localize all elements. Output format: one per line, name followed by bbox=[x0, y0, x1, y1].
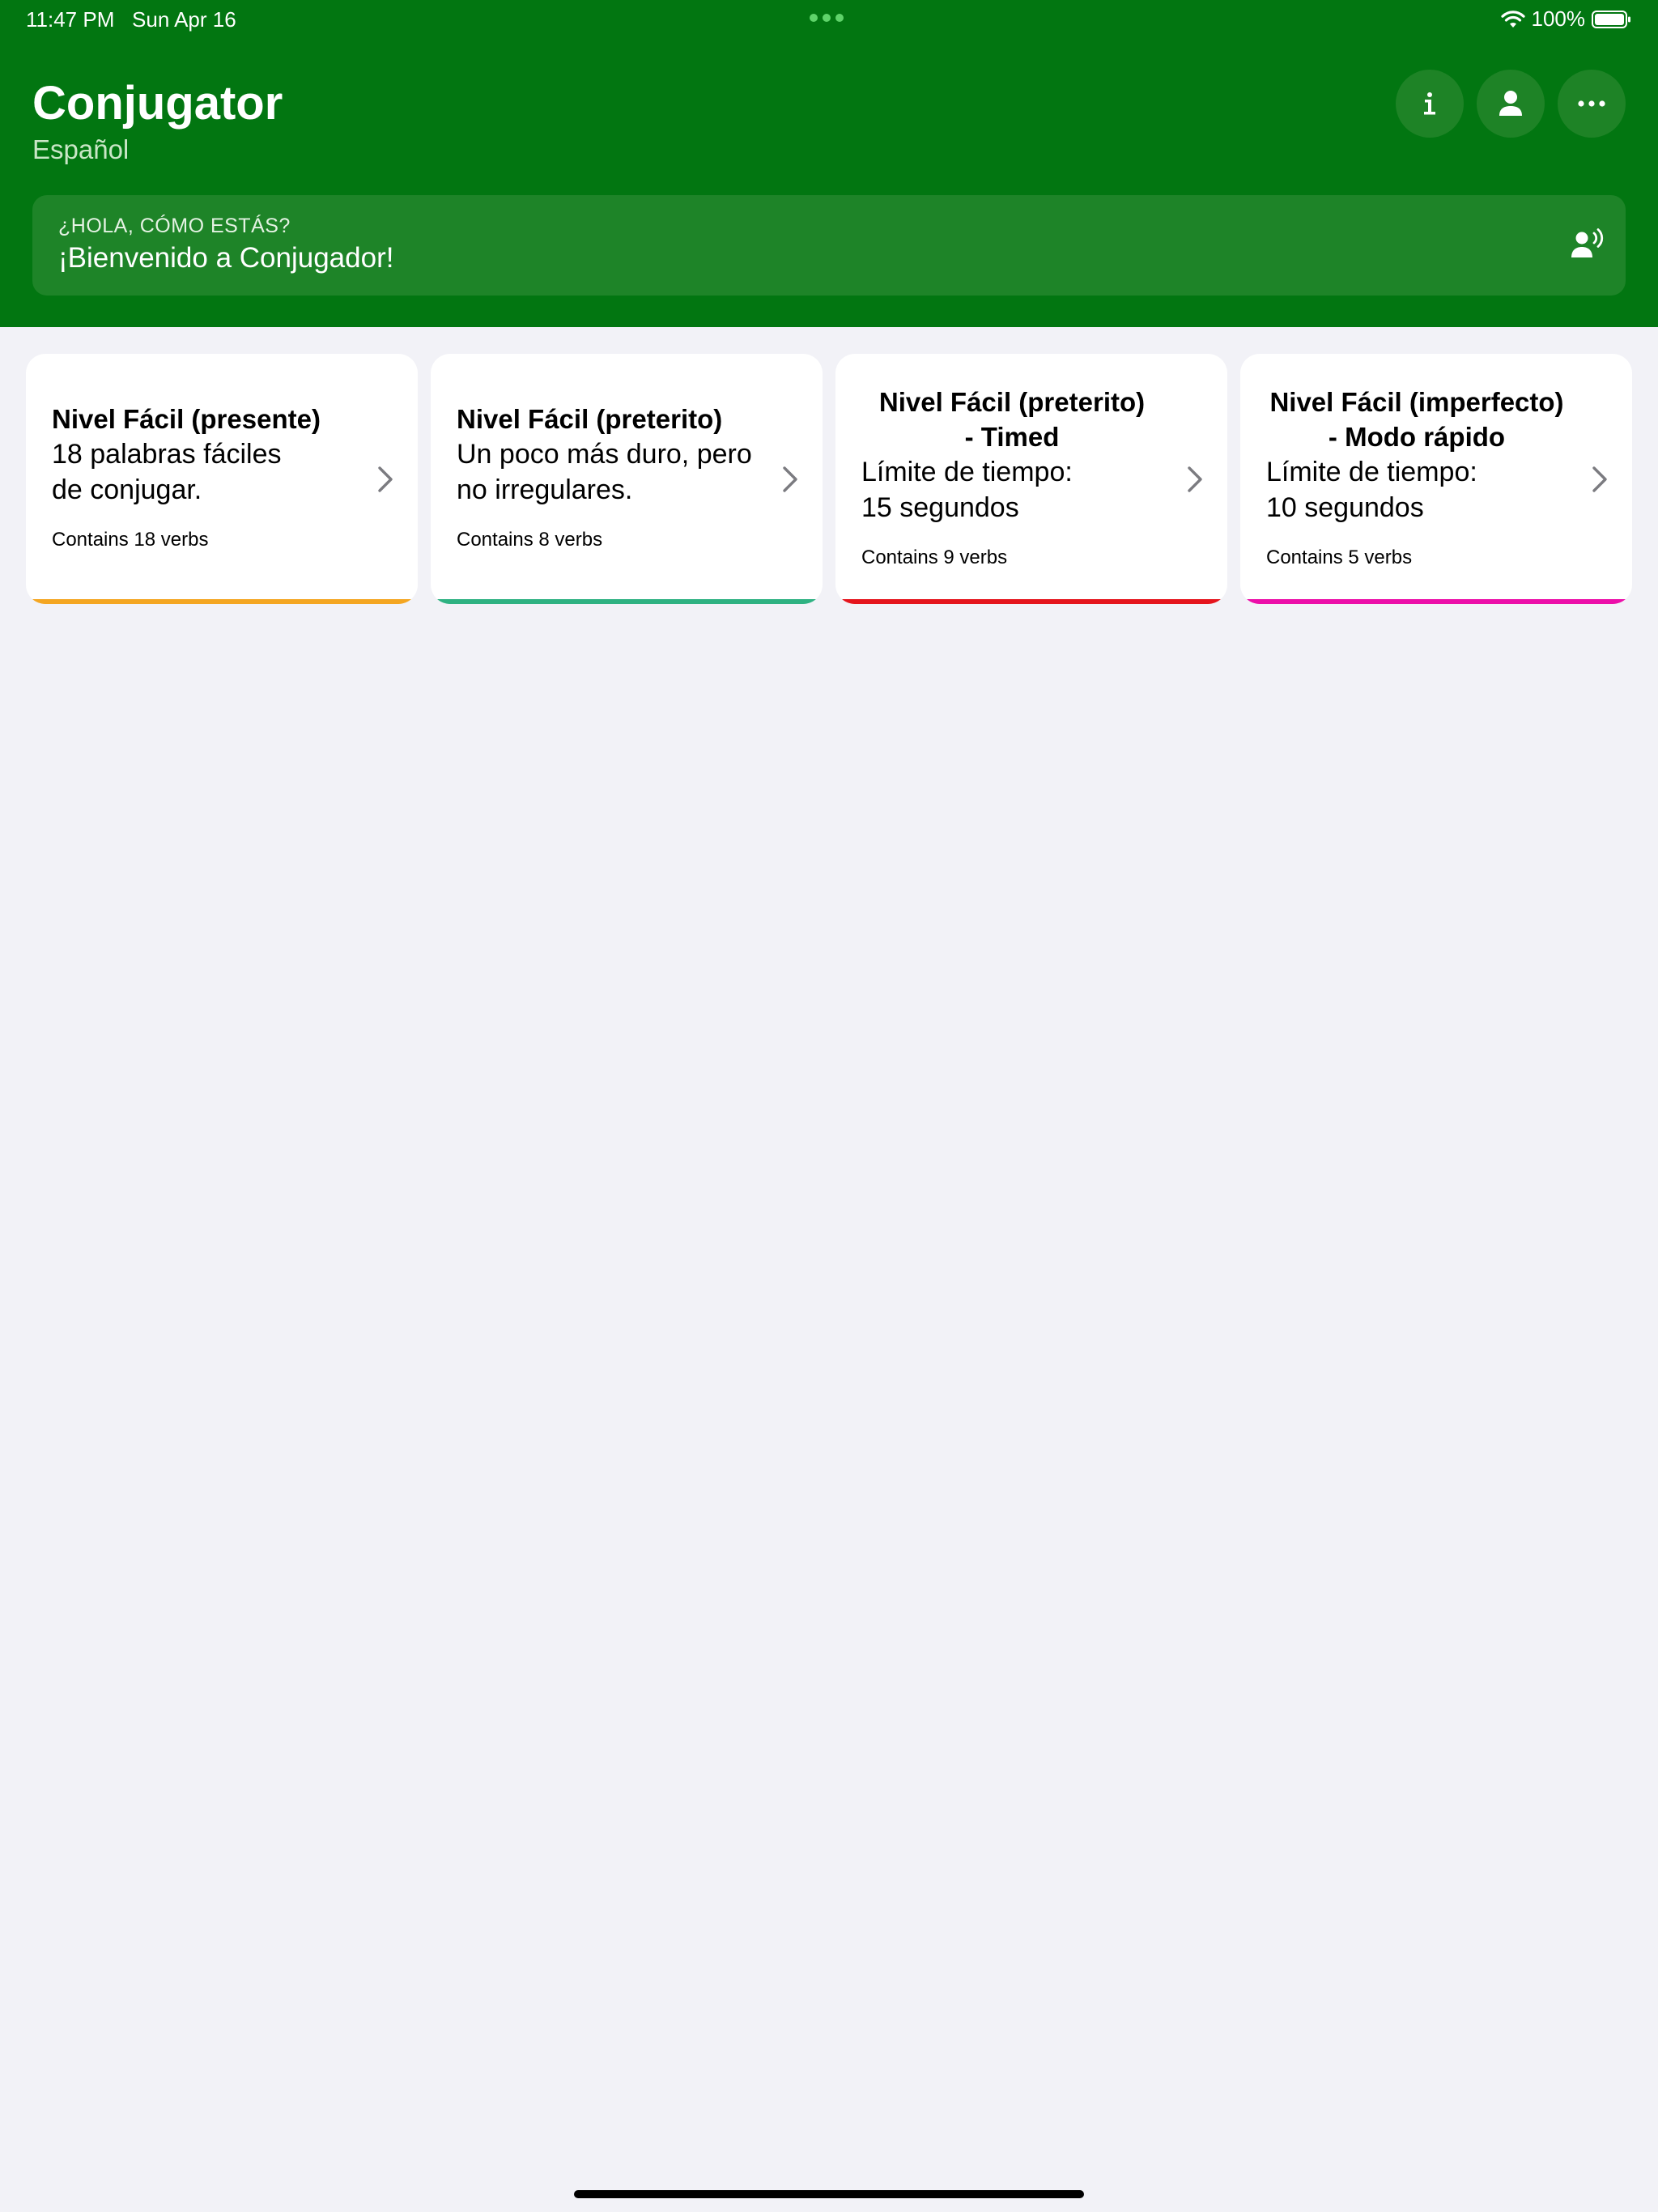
card-accent-bar bbox=[1240, 599, 1632, 604]
level-card-imperfecto-rapido[interactable]: Nivel Fácil (imperfecto) - Modo rápido L… bbox=[1240, 354, 1632, 604]
card-title: Nivel Fácil (imperfecto) - Modo rápido bbox=[1269, 386, 1564, 452]
card-description: Límite de tiempo: 10 segundos bbox=[1266, 456, 1477, 523]
more-button[interactable] bbox=[1558, 70, 1626, 138]
greeting-banner: ¿HOLA, CÓMO ESTÁS? ¡Bienvenido a Conjuga… bbox=[32, 195, 1626, 296]
card-title: Nivel Fácil (preterito) bbox=[457, 404, 723, 434]
ellipsis-icon bbox=[1578, 100, 1605, 107]
card-description: Un poco más duro, pero no irregulares. bbox=[457, 439, 752, 505]
person-icon bbox=[1498, 90, 1524, 117]
app-title: Conjugator bbox=[32, 77, 283, 130]
card-content: Nivel Fácil (preterito) Un poco más duro… bbox=[457, 354, 758, 599]
card-description: 18 palabras fáciles de conjugar. bbox=[52, 439, 282, 505]
greeting-text: ¡Bienvenido a Conjugador! bbox=[58, 242, 394, 274]
greeting-caption: ¿HOLA, CÓMO ESTÁS? bbox=[58, 215, 291, 237]
chevron-right-icon bbox=[780, 463, 800, 496]
card-accent-bar bbox=[26, 599, 418, 604]
status-bar: 11:47 PM Sun Apr 16 100% bbox=[0, 0, 1658, 39]
speak-button[interactable] bbox=[1569, 226, 1608, 265]
app-header: 11:47 PM Sun Apr 16 100% Conjugator Espa… bbox=[0, 0, 1658, 327]
card-accent-bar bbox=[431, 599, 823, 604]
battery-percent: 100% bbox=[1531, 6, 1586, 31]
wifi-icon bbox=[1500, 10, 1525, 29]
card-accent-bar bbox=[835, 599, 1227, 604]
dot bbox=[810, 14, 818, 22]
level-card-preterito[interactable]: Nivel Fácil (preterito) Un poco más duro… bbox=[431, 354, 823, 604]
card-title: Nivel Fácil (preterito) - Timed bbox=[878, 386, 1146, 452]
card-content: Nivel Fácil (imperfecto) - Modo rápido L… bbox=[1266, 354, 1567, 599]
chevron-right-icon bbox=[376, 463, 395, 496]
speak-icon bbox=[1571, 228, 1605, 263]
info-icon bbox=[1420, 91, 1439, 117]
level-card-preterito-timed[interactable]: Nivel Fácil (preterito) - Timed Límite d… bbox=[835, 354, 1227, 604]
card-verb-count: Contains 18 verbs bbox=[52, 529, 209, 551]
card-verb-count: Contains 9 verbs bbox=[861, 546, 1008, 568]
home-indicator[interactable] bbox=[574, 2190, 1084, 2198]
status-time: 11:47 PM Sun Apr 16 bbox=[26, 7, 236, 32]
dot bbox=[835, 14, 844, 22]
card-title: Nivel Fácil (presente) bbox=[52, 404, 321, 434]
dot bbox=[823, 14, 831, 22]
card-verb-count: Contains 8 verbs bbox=[457, 529, 603, 551]
card-description: Límite de tiempo: 15 segundos bbox=[861, 456, 1073, 523]
profile-button[interactable] bbox=[1477, 70, 1545, 138]
language-subtitle: Español bbox=[32, 134, 130, 164]
card-verb-count: Contains 5 verbs bbox=[1266, 546, 1413, 568]
card-content: Nivel Fácil (presente) 18 palabras fácil… bbox=[52, 354, 353, 599]
multitasking-dots[interactable] bbox=[810, 14, 844, 22]
battery-icon bbox=[1592, 10, 1632, 29]
status-indicators: 100% bbox=[1500, 6, 1633, 32]
chevron-right-icon bbox=[1185, 463, 1205, 496]
info-button[interactable] bbox=[1396, 70, 1464, 138]
level-card-presente[interactable]: Nivel Fácil (presente) 18 palabras fácil… bbox=[26, 354, 418, 604]
card-content: Nivel Fácil (preterito) - Timed Límite d… bbox=[861, 354, 1163, 599]
chevron-right-icon bbox=[1590, 463, 1609, 496]
